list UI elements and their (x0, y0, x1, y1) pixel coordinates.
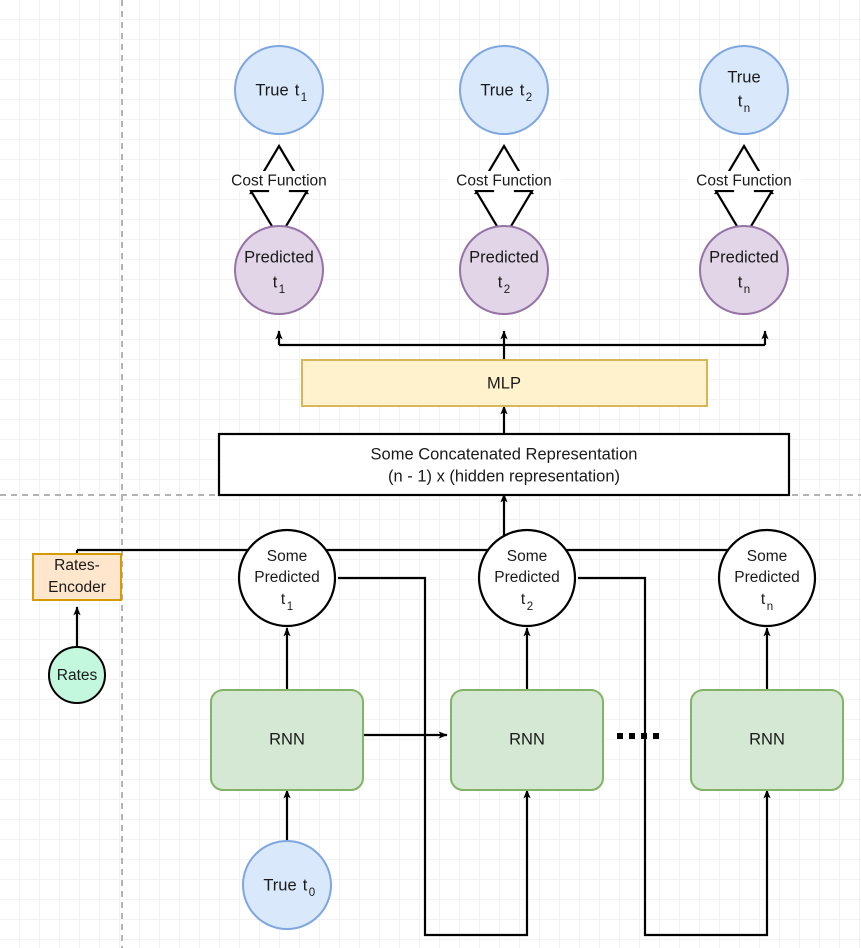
some-predicted-t1-subscript: 1 (287, 601, 293, 613)
some-predicted-tn-line2: Predicted (734, 569, 799, 586)
some-predicted-t1-line1: Some (267, 548, 308, 565)
predicted-tn-subscript: n (744, 284, 750, 296)
true-t2-label: True (480, 81, 513, 99)
predicted-node-tn[interactable]: Predicted t n (699, 225, 789, 315)
predicted-node-t1[interactable]: Predicted t 1 (234, 225, 324, 315)
ellipsis-dot-4 (653, 733, 659, 739)
predicted-t2-circle[interactable] (459, 225, 549, 315)
some-predicted-node-tn[interactable]: Some Predicted t n (717, 528, 817, 628)
some-predicted-t1-var: t (281, 591, 286, 608)
true-tn-subscript: n (744, 103, 750, 115)
true-node-t1[interactable]: True t 1 (234, 45, 324, 135)
mlp-label: MLP (487, 374, 521, 392)
true-t0-label: True (263, 876, 296, 894)
ellipsis-dot-1 (617, 733, 623, 739)
predicted-t2-label: Predicted (469, 248, 539, 266)
some-predicted-node-t1[interactable]: Some Predicted t 1 (237, 528, 337, 628)
rates-label: Rates (57, 667, 98, 684)
cost-n-label: Cost Function (696, 173, 792, 190)
rates-encoder-box[interactable]: Rates- Encoder (32, 553, 122, 601)
predicted-t1-label: Predicted (244, 248, 314, 266)
true-node-t0[interactable]: True t 0 (242, 840, 332, 930)
some-predicted-t2-line2: Predicted (494, 569, 559, 586)
ellipsis-dot-2 (629, 733, 635, 739)
edges (73, 330, 771, 937)
predicted-t1-circle[interactable] (234, 225, 324, 315)
diagram-canvas: Cost Function Cost Function Cost Functio… (0, 0, 861, 948)
rnn-block-2[interactable]: RNN (450, 689, 604, 791)
rates-encoder-line2: Encoder (48, 579, 106, 596)
some-predicted-tn-var: t (761, 591, 766, 608)
rnn-ellipsis (617, 733, 659, 739)
concat-box[interactable]: Some Concatenated Representation (n - 1)… (217, 432, 791, 497)
concat-line1: Some Concatenated Representation (371, 445, 638, 463)
rates-node[interactable]: Rates (48, 646, 106, 704)
predicted-t1-var: t (273, 273, 278, 291)
rnn-1-label: RNN (269, 730, 305, 748)
rnn-block-1[interactable]: RNN (210, 689, 364, 791)
mlp-box[interactable]: MLP (301, 359, 708, 407)
true-t0-subscript: 0 (309, 887, 315, 899)
predicted-t2-subscript: 2 (504, 284, 510, 296)
rnn-n-label: RNN (749, 730, 785, 748)
ellipsis-dot-3 (641, 733, 647, 739)
concat-line2: (n - 1) x (hidden representation) (388, 467, 620, 485)
some-predicted-tn-subscript: n (767, 601, 773, 613)
rnn-2-label: RNN (509, 730, 545, 748)
cost-function-arrows (249, 143, 774, 241)
true-t0-var: t (303, 876, 308, 894)
concat-rect[interactable] (217, 432, 791, 497)
predicted-node-t2[interactable]: Predicted t 2 (459, 225, 549, 315)
rates-encoder-line1: Rates- (54, 557, 100, 574)
cost-1-label: Cost Function (231, 173, 327, 190)
true-tn-label: True (727, 68, 760, 86)
true-node-t2[interactable]: True t 2 (459, 45, 549, 135)
predicted-tn-circle[interactable] (699, 225, 789, 315)
true-t2-subscript: 2 (526, 92, 532, 104)
true-tn-circle[interactable] (699, 45, 789, 135)
true-t1-var: t (295, 81, 300, 99)
some-predicted-t1-line2: Predicted (254, 569, 319, 586)
some-predicted-t2-line1: Some (507, 548, 548, 565)
predicted-tn-var: t (738, 273, 743, 291)
predicted-t2-var: t (498, 273, 503, 291)
some-predicted-node-t2[interactable]: Some Predicted t 2 (477, 528, 577, 628)
true-t1-label: True (255, 81, 288, 99)
some-predicted-t2-var: t (521, 591, 526, 608)
true-tn-var: t (738, 92, 743, 110)
true-t2-var: t (520, 81, 525, 99)
true-t1-subscript: 1 (301, 92, 307, 104)
rnn-block-n[interactable]: RNN (690, 689, 844, 791)
cost-function-labels: Cost Function Cost Function Cost Functio… (231, 173, 792, 190)
predicted-tn-label: Predicted (709, 248, 779, 266)
predicted-t1-subscript: 1 (279, 284, 285, 296)
cost-2-label: Cost Function (456, 173, 552, 190)
diagram-svg: Cost Function Cost Function Cost Functio… (0, 0, 861, 948)
some-predicted-t2-subscript: 2 (527, 601, 533, 613)
some-predicted-tn-line1: Some (747, 548, 788, 565)
true-node-tn[interactable]: True t n (699, 45, 789, 135)
